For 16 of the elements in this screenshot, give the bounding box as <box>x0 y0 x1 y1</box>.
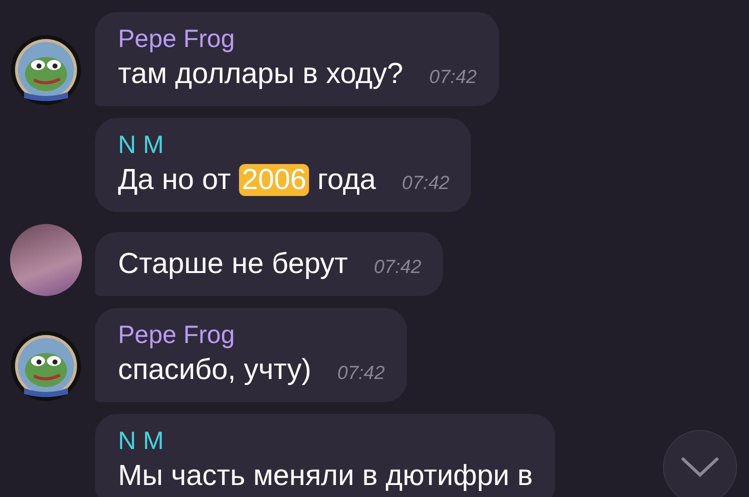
message-text: там доллары в ходу? <box>118 57 404 92</box>
message-time: 07:42 <box>374 256 422 280</box>
message-time: 07:42 <box>337 362 385 386</box>
sender-name: N M <box>118 426 165 456</box>
message-text: Мы часть меняли в дютифри в <box>118 459 533 494</box>
message-text: Да но от 2006 года <box>118 163 376 198</box>
sender-name: Pepe Frog <box>118 320 236 350</box>
message-text: Старше не берут <box>118 247 348 282</box>
sender-name: Pepe Frog <box>118 24 236 54</box>
frog-avatar <box>10 330 82 402</box>
message-time: 07:42 <box>429 66 477 90</box>
message-text: спасибо, учту) <box>118 353 312 388</box>
frog-avatar <box>10 34 82 106</box>
chevron-down-icon <box>681 457 719 477</box>
message-time: 07:42 <box>402 172 450 196</box>
sender-name: N M <box>118 130 165 160</box>
